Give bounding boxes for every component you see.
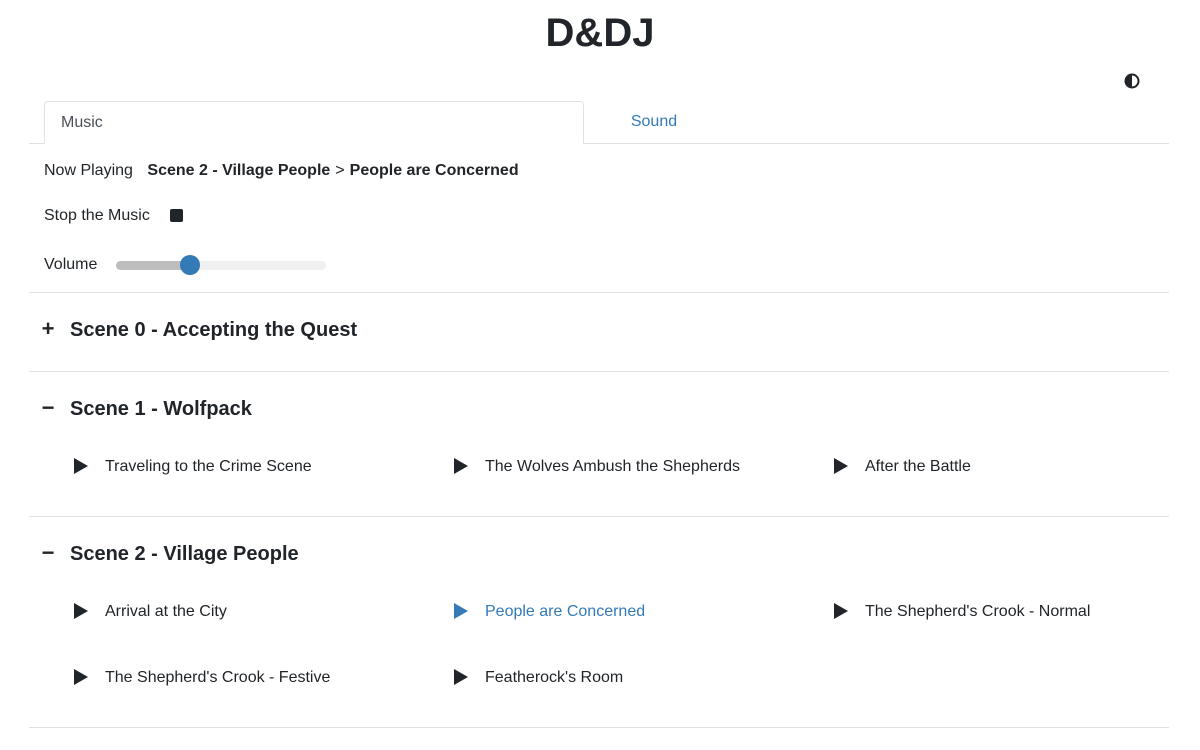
scene-title: Scene 2 - Village People: [70, 543, 299, 565]
track-label: Arrival at the City: [105, 603, 227, 620]
scene-title: Scene 1 - Wolfpack: [70, 398, 252, 420]
divider: [29, 727, 1169, 728]
track-label: The Shepherd's Crook - Normal: [865, 603, 1091, 620]
now-playing-label: Now Playing: [44, 162, 133, 179]
track-item[interactable]: The Wolves Ambush the Shepherds: [452, 455, 740, 479]
now-playing-separator: >: [335, 162, 345, 179]
track-item[interactable]: Traveling to the Crime Scene: [72, 455, 312, 479]
track-item-playing[interactable]: People are Concerned: [452, 600, 645, 624]
tab-bar: Music Sound: [29, 101, 1169, 144]
track-label: Featherock's Room: [485, 669, 624, 686]
now-playing-track: People are Concerned: [349, 162, 519, 179]
half-circle-contrast-icon[interactable]: [1124, 73, 1140, 89]
volume-label: Volume: [44, 256, 98, 273]
expand-icon: +: [41, 316, 55, 341]
play-icon: [834, 603, 848, 619]
track-item[interactable]: The Shepherd's Crook - Festive: [72, 666, 330, 690]
track-item[interactable]: Arrival at the City: [72, 600, 227, 624]
now-playing-scene: Scene 2 - Village People: [147, 162, 331, 179]
stop-row: Stop the Music: [44, 205, 184, 227]
divider: [29, 371, 1169, 372]
track-label: People are Concerned: [485, 603, 646, 620]
volume-slider-thumb[interactable]: [179, 255, 200, 275]
scene-header-0[interactable]: + Scene 0 - Accepting the Quest: [40, 314, 358, 344]
collapse-icon: −: [41, 395, 55, 420]
volume-slider-fill: [116, 261, 190, 270]
volume-row: Volume: [44, 254, 326, 276]
track-item[interactable]: After the Battle: [832, 455, 971, 479]
now-playing-row: Now Playing Scene 2 - Village People > Peo…: [44, 160, 519, 182]
stop-label: Stop the Music: [44, 207, 150, 224]
volume-slider[interactable]: [116, 255, 326, 275]
divider: [29, 516, 1169, 517]
play-icon: [834, 458, 848, 474]
track-label: The Wolves Ambush the Shepherds: [485, 458, 740, 475]
scene-title: Scene 0 - Accepting the Quest: [70, 319, 358, 341]
play-icon: [454, 669, 468, 685]
stop-icon[interactable]: [170, 209, 184, 222]
track-label: Traveling to the Crime Scene: [105, 458, 312, 475]
track-item[interactable]: Featherock's Room: [452, 666, 623, 690]
play-icon: [454, 603, 468, 619]
scene-header-1[interactable]: − Scene 1 - Wolfpack: [40, 393, 252, 423]
tab-music[interactable]: Music: [44, 101, 584, 144]
play-icon: [454, 458, 468, 474]
collapse-icon: −: [41, 540, 55, 565]
play-icon: [74, 603, 88, 619]
track-item[interactable]: The Shepherd's Crook - Normal: [832, 600, 1090, 624]
track-label: After the Battle: [865, 458, 971, 475]
play-icon: [74, 669, 88, 685]
play-icon: [74, 458, 88, 474]
tab-sound[interactable]: Sound: [584, 101, 724, 142]
app-title: D&DJ: [545, 11, 655, 55]
divider: [29, 292, 1169, 293]
scene-header-2[interactable]: − Scene 2 - Village People: [40, 538, 299, 568]
track-label: The Shepherd's Crook - Festive: [105, 669, 331, 686]
app-page: D&DJ Music Sound Now Playing Scene 2 - V…: [0, 0, 1200, 750]
